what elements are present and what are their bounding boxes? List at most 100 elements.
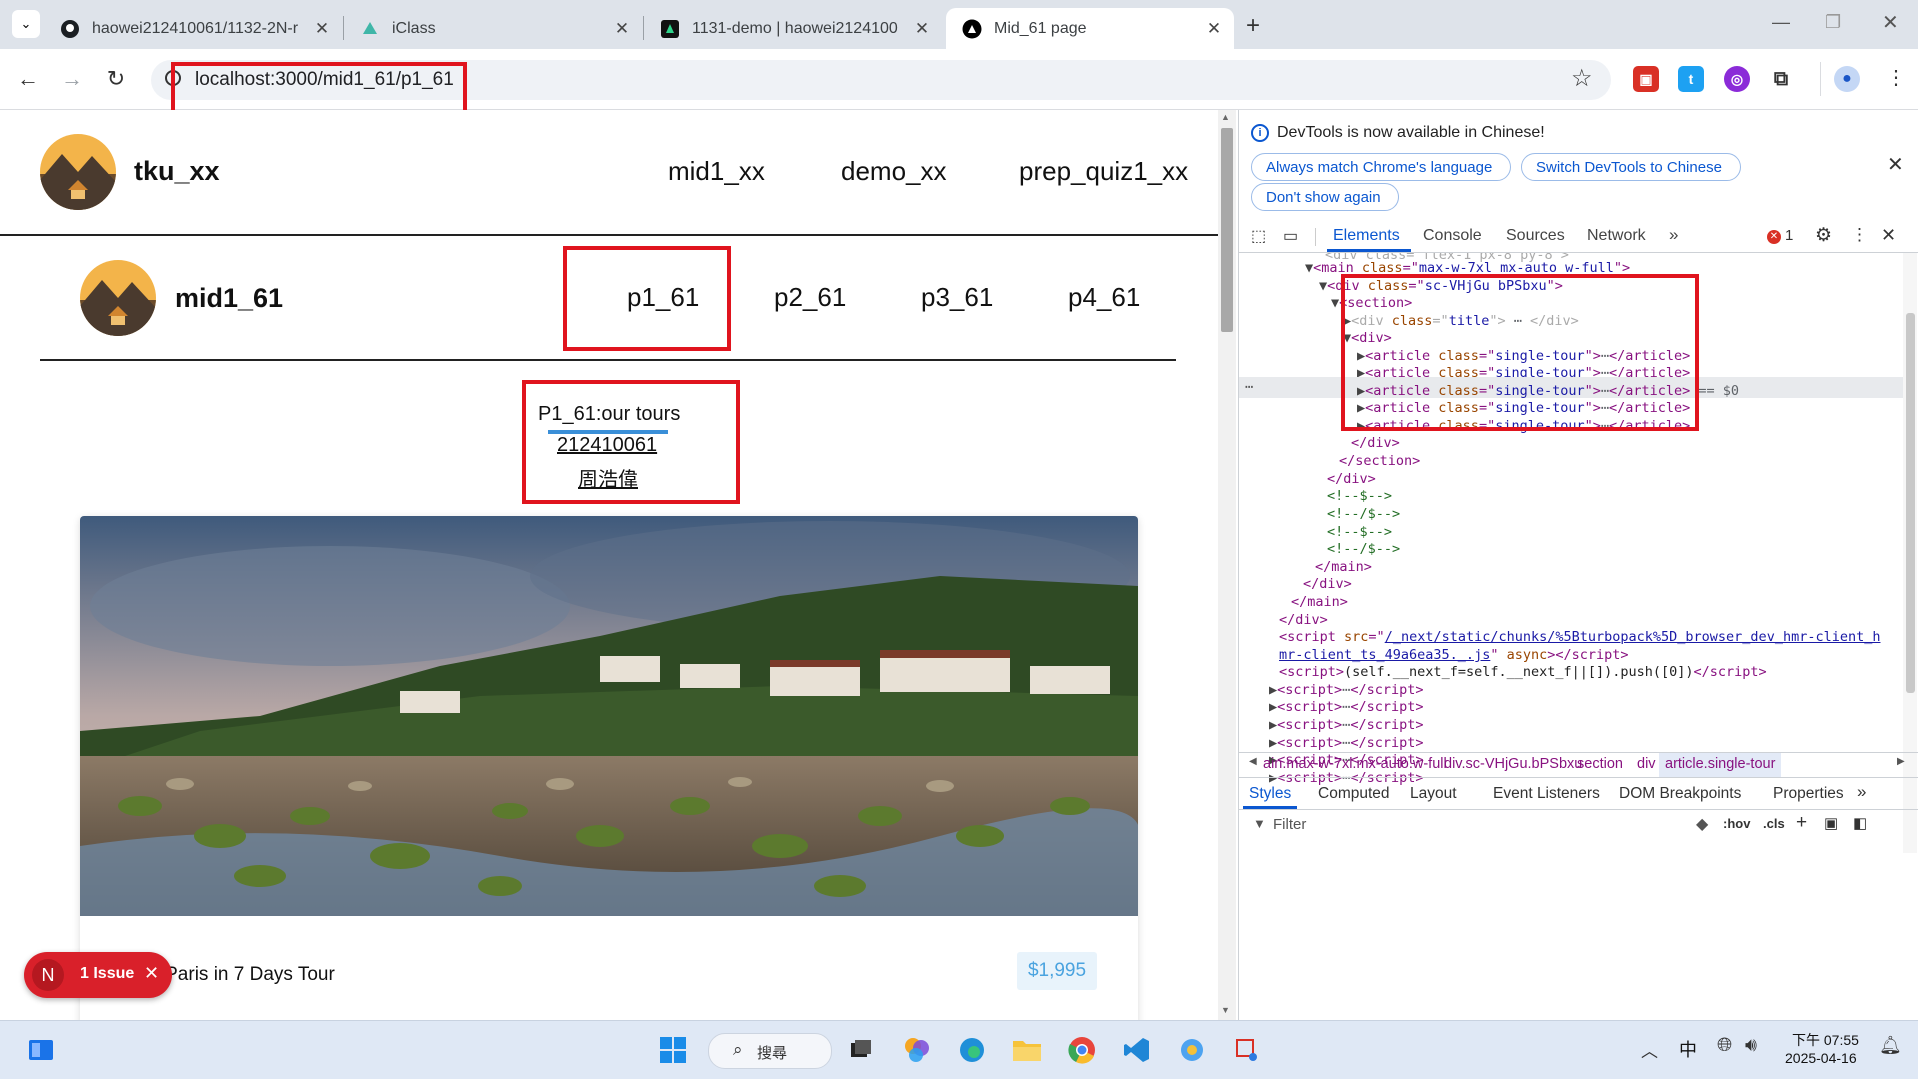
tab-computed[interactable]: Computed	[1318, 785, 1390, 803]
window-close-button[interactable]: ✕	[1882, 10, 1899, 35]
web-page: tku_xx mid1_xx demo_xx prep_quiz1_xx mid…	[0, 110, 1218, 1020]
close-icon[interactable]: ✕	[144, 963, 159, 984]
tab-strip: ⌄ haowei212410061/1132-2N-r ✕ iClass ✕ 1…	[0, 0, 1918, 49]
scroll-down-arrow-icon[interactable]: ▼	[1221, 1005, 1230, 1015]
filter-icon: ▼	[1253, 816, 1266, 831]
banner-close-icon[interactable]: ✕	[1887, 152, 1904, 177]
breadcrumb-inner-div[interactable]: div	[1637, 756, 1656, 772]
page-scrollbar[interactable]: ▲ ▼	[1218, 110, 1236, 1020]
edge-browser-icon[interactable]	[953, 1031, 991, 1069]
tab-event-listeners[interactable]: Event Listeners	[1493, 785, 1600, 803]
breadcrumb-main[interactable]: ain.max-w-7xl.mx-auto.w-full	[1263, 756, 1447, 772]
switch-chinese-button[interactable]: Switch DevTools to Chinese	[1521, 153, 1741, 181]
tab-mid61[interactable]: Mid_61 page ✕	[946, 8, 1234, 49]
tab-iclass[interactable]: iClass ✕	[344, 8, 642, 49]
sidebar-toggle-icon[interactable]: ◧	[1853, 814, 1867, 832]
nav-link-mid1[interactable]: mid1_xx	[668, 156, 765, 187]
inspect-element-icon[interactable]: ⬚	[1251, 226, 1266, 246]
clock-time[interactable]: 下午 07:55	[1792, 1030, 1859, 1050]
close-icon[interactable]: ✕	[910, 19, 934, 39]
new-style-rule-icon[interactable]: +	[1796, 812, 1807, 834]
breadcrumb-right-arrow-icon[interactable]: ▶	[1897, 756, 1905, 767]
settings-gear-icon[interactable]: ⚙	[1815, 224, 1832, 247]
close-icon[interactable]: ✕	[610, 19, 634, 39]
hov-toggle[interactable]: :hov	[1723, 816, 1750, 831]
browser-menu-icon[interactable]: ⋮	[1886, 65, 1906, 90]
cls-toggle[interactable]: .cls	[1763, 816, 1785, 831]
tab-dom-breakpoints[interactable]: DOM Breakpoints	[1619, 785, 1741, 803]
forward-button[interactable]: →	[56, 63, 88, 95]
tab-elements[interactable]: Elements	[1333, 227, 1400, 245]
chrome-icon[interactable]	[1063, 1031, 1101, 1069]
sub-nav-p2[interactable]: p2_61	[774, 282, 846, 313]
restore-button[interactable]: ❐	[1825, 12, 1841, 33]
tab-sources[interactable]: Sources	[1506, 227, 1565, 245]
error-icon[interactable]: ✕	[1767, 230, 1781, 244]
tab-properties[interactable]: Properties	[1773, 785, 1844, 803]
taskbar-search-box[interactable]: ⌕ 搜尋	[708, 1033, 832, 1069]
filter-input[interactable]: Filter	[1273, 816, 1306, 833]
sub-logo-avatar	[80, 260, 156, 336]
nav-link-prep-quiz1[interactable]: prep_quiz1_xx	[1019, 156, 1188, 187]
scroll-thumb[interactable]	[1221, 128, 1233, 332]
new-tab-button[interactable]: +	[1246, 12, 1260, 40]
nextjs-n-icon: N	[32, 959, 64, 991]
extension-red-icon[interactable]: ▣	[1633, 66, 1659, 92]
app-gear-icon[interactable]	[1173, 1031, 1211, 1069]
breadcrumb-div[interactable]: div.sc-VHjGu.bPSbxu	[1444, 756, 1582, 772]
annotation-box-articles	[1341, 274, 1699, 431]
tab-network[interactable]: Network	[1587, 227, 1646, 245]
breadcrumb-left-arrow-icon[interactable]: ◀	[1249, 756, 1257, 767]
profile-avatar-icon[interactable]: ●	[1834, 66, 1860, 92]
tab-search-button[interactable]: ⌄	[12, 10, 40, 38]
notification-bell-icon[interactable]: 🔔︎	[1879, 1035, 1902, 1056]
more-tabs-icon[interactable]: »	[1669, 225, 1678, 245]
close-icon[interactable]: ✕	[1202, 19, 1226, 39]
device-toolbar-icon[interactable]: ▭	[1283, 226, 1298, 246]
breadcrumb-article[interactable]: article.single-tour	[1659, 753, 1782, 777]
dom-scroll-thumb[interactable]	[1906, 313, 1915, 693]
breadcrumb-section[interactable]: section	[1577, 756, 1623, 772]
sub-nav-p3[interactable]: p3_61	[921, 282, 993, 313]
tab-layout[interactable]: Layout	[1410, 785, 1457, 803]
widgets-icon[interactable]	[22, 1031, 60, 1069]
extension-purple-icon[interactable]: ◎	[1724, 66, 1750, 92]
nav-link-demo[interactable]: demo_xx	[841, 156, 947, 187]
volume-icon[interactable]: 🔊︎	[1745, 1035, 1757, 1057]
copilot-icon[interactable]	[898, 1031, 936, 1069]
element-state-icon[interactable]: ▣	[1824, 814, 1838, 832]
task-view-icon[interactable]	[842, 1031, 880, 1069]
tab-1131-demo[interactable]: 1131-demo | haowei2124100 ✕	[644, 8, 942, 49]
extensions-puzzle-icon[interactable]: ⧉	[1768, 66, 1794, 92]
back-button[interactable]: ←	[12, 63, 44, 95]
scroll-up-arrow-icon[interactable]: ▲	[1221, 112, 1230, 122]
file-explorer-icon[interactable]	[1008, 1031, 1046, 1069]
bookmark-star-icon[interactable]: ☆	[1571, 64, 1593, 93]
start-menu-icon[interactable]	[654, 1031, 692, 1069]
match-language-button[interactable]: Always match Chrome's language	[1251, 153, 1511, 181]
devtools-close-icon[interactable]: ✕	[1881, 225, 1896, 246]
ime-indicator[interactable]: 中	[1679, 1036, 1697, 1062]
minimize-button[interactable]: —	[1772, 12, 1790, 33]
tour-card: of Paris in 7 Days Tour $1,995	[80, 516, 1138, 1020]
close-icon[interactable]: ✕	[310, 19, 334, 39]
tab-label: iClass	[392, 19, 436, 37]
dom-breadcrumb: ◀ ain.max-w-7xl.mx-auto.w-full div.sc-VH…	[1239, 752, 1918, 778]
snipping-tool-icon[interactable]	[1228, 1031, 1266, 1069]
reload-button[interactable]: ↻	[100, 63, 132, 95]
extension-t-icon[interactable]: t	[1678, 66, 1704, 92]
tab-styles[interactable]: Styles	[1249, 785, 1291, 803]
paint-bucket-icon[interactable]: ◆	[1696, 814, 1708, 834]
network-globe-icon[interactable]: 🌐︎	[1717, 1035, 1732, 1057]
tab-github[interactable]: haowei212410061/1132-2N-r ✕	[44, 8, 342, 49]
clock-date[interactable]: 2025-04-16	[1785, 1050, 1857, 1066]
vscode-icon[interactable]	[1118, 1031, 1156, 1069]
tray-chevron-icon[interactable]: ︿	[1641, 1037, 1658, 1062]
github-icon	[60, 19, 80, 39]
more-style-tabs-icon[interactable]: »	[1857, 782, 1866, 802]
issue-badge[interactable]: N 1 Issue ✕	[24, 952, 172, 998]
sub-nav-p4[interactable]: p4_61	[1068, 282, 1140, 313]
tab-console[interactable]: Console	[1423, 227, 1482, 245]
devtools-menu-icon[interactable]: ⋮	[1851, 225, 1868, 245]
dont-show-again-button[interactable]: Don't show again	[1251, 183, 1399, 211]
